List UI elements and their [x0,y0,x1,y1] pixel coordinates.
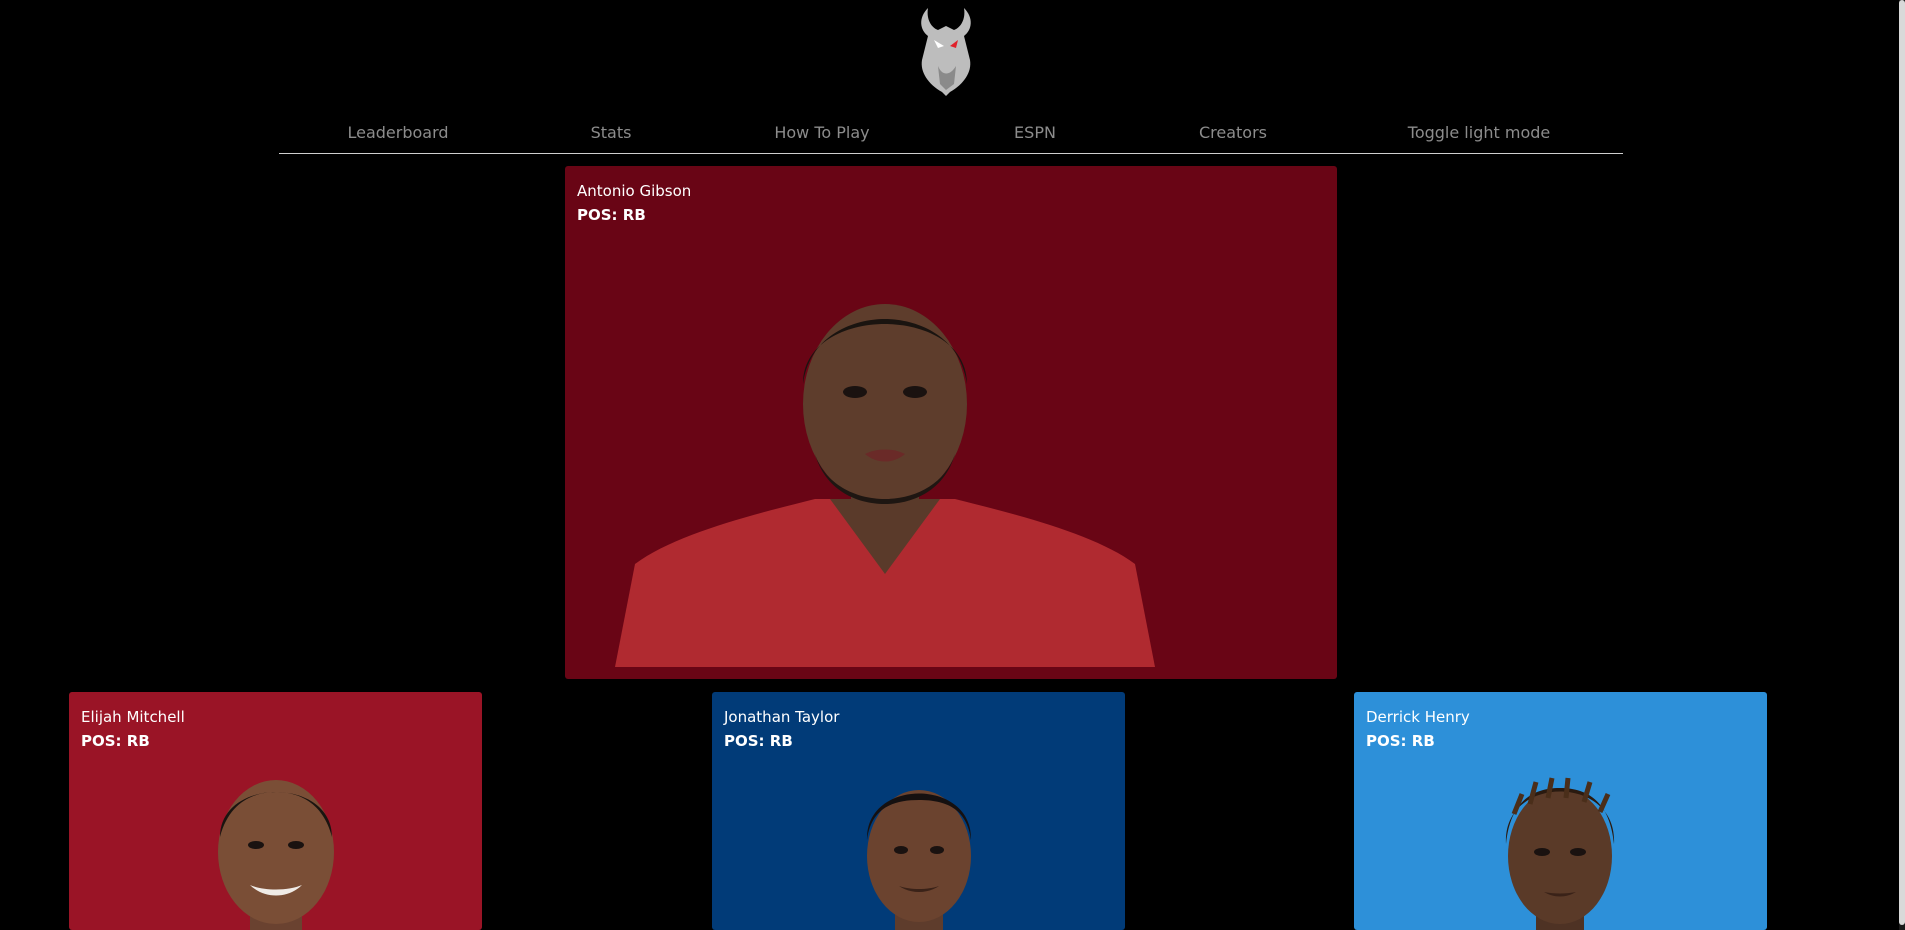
scrollbar-thumb[interactable] [1899,0,1905,925]
nav-leaderboard[interactable]: Leaderboard [347,123,448,142]
player-position: POS: RB [577,206,646,224]
vertical-scrollbar[interactable] [1899,0,1905,930]
nav-stats[interactable]: Stats [591,123,632,142]
player-name: Jonathan Taylor [724,708,840,726]
player-headshot [866,790,972,930]
player-card-option-2[interactable]: Jonathan Taylor POS: RB [712,692,1125,930]
player-name: Antonio Gibson [577,182,692,200]
featured-player-card[interactable]: Antonio Gibson POS: RB [565,166,1337,679]
player-card-option-1[interactable]: Elijah Mitchell POS: RB [69,692,482,930]
player-name: Elijah Mitchell [81,708,185,726]
main-nav: Leaderboard Stats How To Play ESPN Creat… [279,108,1623,154]
player-headshot [218,780,334,930]
player-position: POS: RB [81,732,150,750]
player-headshot [615,304,1155,667]
player-name: Derrick Henry [1366,708,1470,726]
nav-creators[interactable]: Creators [1199,123,1267,142]
player-position: POS: RB [1366,732,1435,750]
player-position: POS: RB [724,732,793,750]
nav-how-to-play[interactable]: How To Play [774,123,869,142]
nav-toggle-light-mode[interactable]: Toggle light mode [1408,123,1550,142]
player-headshot [1505,777,1615,930]
nav-espn[interactable]: ESPN [1014,123,1056,142]
goat-logo-icon[interactable] [898,0,996,98]
player-card-option-3[interactable]: Derrick Henry POS: RB [1354,692,1767,930]
